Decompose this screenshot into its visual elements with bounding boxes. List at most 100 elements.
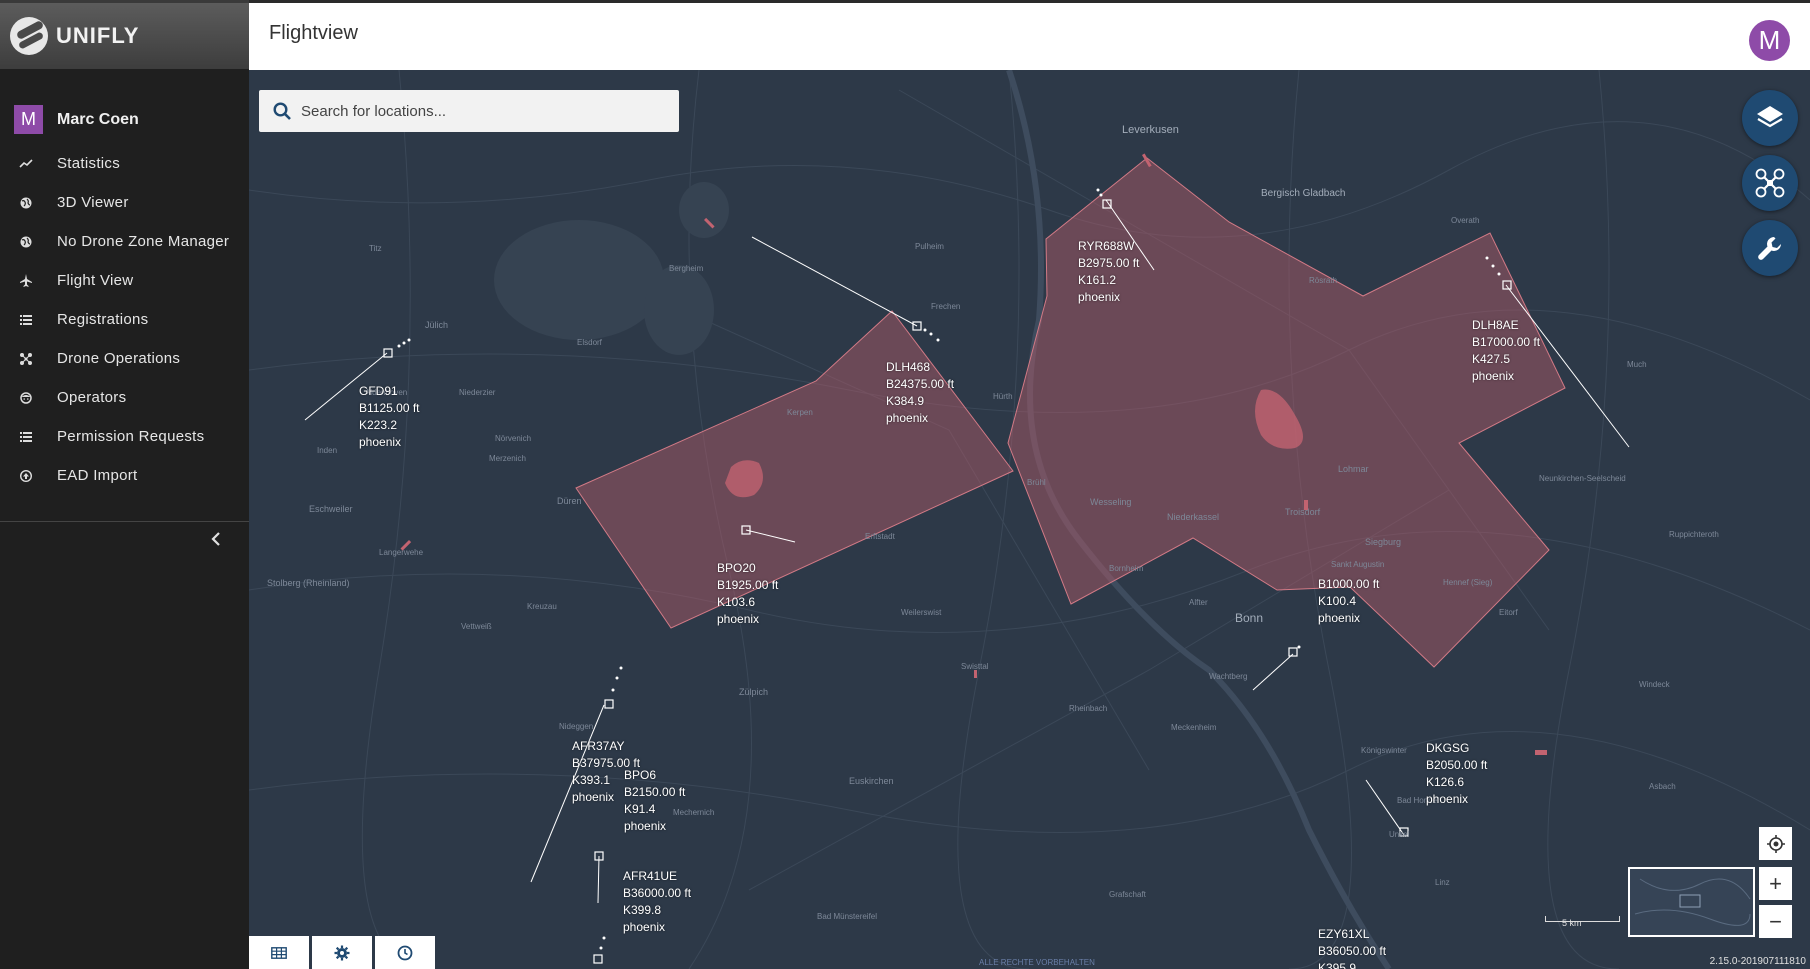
sidebar-item-label: Flight View (57, 272, 134, 289)
zoom-in-button[interactable]: + (1759, 867, 1792, 900)
flight-label[interactable]: DKGSG B2050.00 ft K126.6 phoenix (1426, 740, 1487, 808)
flight-altitude: B1925.00 ft (717, 578, 779, 592)
sidebar-item-label: EAD Import (57, 467, 138, 484)
drone-icon (19, 352, 33, 366)
flight-source: phoenix (1318, 611, 1361, 625)
flight-label[interactable]: EZY61XL B36050.00 ft K395.9 (1318, 926, 1386, 969)
place-label: Neunkirchen-Seelscheid (1539, 474, 1626, 483)
flight-speed: K126.6 (1426, 775, 1465, 789)
flight-label[interactable]: DLH468 B24375.00 ft K384.9 phoenix (886, 359, 954, 427)
place-label: Königswinter (1361, 746, 1407, 755)
place-label: Kerpen (787, 408, 813, 417)
clock-icon (397, 945, 413, 960)
place-label: Niederkassel (1167, 512, 1220, 522)
unifly-logo-icon (10, 17, 48, 55)
place-label: Frechen (931, 302, 961, 311)
flight-altitude: B36050.00 ft (1318, 944, 1387, 958)
overview-minimap[interactable] (1628, 867, 1755, 937)
layers-button[interactable] (1742, 90, 1798, 146)
flight-label[interactable]: BPO6 B2150.00 ft K91.4 phoenix (624, 767, 685, 835)
flight-callsign: BPO20 (717, 561, 756, 575)
flight-speed: K223.2 (359, 418, 398, 432)
flight-callsign: GFD91 (359, 384, 398, 398)
flight-label[interactable]: RYR688W B2975.00 ft K161.2 phoenix (1078, 238, 1139, 306)
search-input[interactable] (301, 102, 661, 120)
map-canvas[interactable]: Leverkusen Bergisch Gladbach Jülich Hürt… (249, 70, 1810, 969)
zoom-out-button[interactable]: − (1759, 905, 1792, 938)
sidebar-item-label: 3D Viewer (57, 194, 129, 211)
sidebar-item-ead-import[interactable]: EAD Import (0, 456, 249, 495)
flight-altitude: B2050.00 ft (1426, 758, 1488, 772)
place-label: Kreuzau (527, 602, 557, 611)
scale-bar (1545, 916, 1620, 922)
place-label: Grafschaft (1109, 890, 1146, 899)
sidebar-item-label: Registrations (57, 311, 149, 328)
logo-bar: UNIFLY (0, 3, 249, 69)
flight-label[interactable]: DLH8AE B17000.00 ft K427.5 phoenix (1472, 317, 1540, 385)
place-label: Windeck (1639, 680, 1670, 689)
minimap-view (1634, 878, 1751, 926)
table-view-button[interactable] (249, 936, 309, 969)
place-label: Alfter (1189, 598, 1208, 607)
place-label: Rheinbach (1069, 704, 1108, 713)
place-label: Langerwehe (379, 548, 424, 557)
place-label: Bergisch Gladbach (1261, 188, 1346, 199)
sidebar-collapse-button[interactable] (206, 529, 226, 549)
history-button[interactable] (375, 936, 435, 969)
sidebar-item-flight-view[interactable]: Flight View (0, 261, 249, 300)
flight-callsign: DLH8AE (1472, 318, 1519, 332)
list-icon (19, 430, 33, 444)
sidebar-nav: Statistics 3D Viewer No Drone Zone Manag… (0, 144, 249, 495)
sidebar-item-statistics[interactable]: Statistics (0, 144, 249, 183)
tools-button[interactable] (1742, 220, 1798, 276)
sidebar-item-operators[interactable]: Operators (0, 378, 249, 417)
flight-label[interactable]: B1000.00 ft K100.4 phoenix (1318, 576, 1379, 627)
flight-callsign: AFR41UE (623, 869, 678, 883)
place-label: Hennef (Sieg) (1443, 578, 1493, 587)
flight-callsign: DLH468 (886, 360, 931, 374)
place-label: Pulheim (915, 242, 944, 251)
place-label: Siegburg (1365, 537, 1402, 547)
place-label: Merzenich (489, 454, 526, 463)
sidebar-item-label: Permission Requests (57, 428, 205, 445)
place-label: Eschweiler (309, 504, 353, 514)
flight-source: phoenix (623, 920, 666, 934)
sidebar-item-label: No Drone Zone Manager (57, 233, 230, 250)
flight-label[interactable]: BPO20 B1925.00 ft K103.6 phoenix (717, 560, 778, 628)
place-label: Nörvenich (495, 434, 532, 443)
flight-speed: K100.4 (1318, 594, 1357, 608)
place-label: Weilerswist (901, 608, 942, 617)
flight-label[interactable]: GFD91 B1125.00 ft K223.2 phoenix (359, 383, 420, 451)
map-layer (249, 70, 1810, 969)
flight-source: phoenix (1426, 792, 1469, 806)
settings-button[interactable] (312, 936, 372, 969)
place-label: Leverkusen (1122, 124, 1179, 136)
flight-source: phoenix (1078, 290, 1121, 304)
header-user-avatar[interactable]: M (1749, 20, 1790, 61)
location-search[interactable] (259, 90, 679, 132)
sidebar-item-3d-viewer[interactable]: 3D Viewer (0, 183, 249, 222)
flight-source: phoenix (624, 819, 667, 833)
sidebar-item-drone-operations[interactable]: Drone Operations (0, 339, 249, 378)
sidebar-item-no-drone-zone-manager[interactable]: No Drone Zone Manager (0, 222, 249, 261)
drone-button[interactable] (1742, 155, 1798, 211)
flight-callsign: BPO6 (624, 768, 657, 782)
place-label: Unkel (1389, 830, 1410, 839)
flight-speed: K103.6 (717, 595, 756, 609)
place-label: Sankt Augustin (1331, 560, 1385, 569)
flight-speed: K91.4 (624, 802, 656, 816)
upload-icon (19, 469, 33, 483)
flight-altitude: B2975.00 ft (1078, 256, 1140, 270)
flight-label[interactable]: AFR41UE B36000.00 ft K399.8 phoenix (623, 868, 691, 936)
sidebar-item-permission-requests[interactable]: Permission Requests (0, 417, 249, 456)
flight-speed: K395.9 (1318, 961, 1357, 969)
locate-button[interactable] (1759, 827, 1792, 860)
user-profile[interactable]: M Marc Coen (0, 105, 249, 134)
sidebar: UNIFLY M Marc Coen Statistics 3D Viewer … (0, 0, 249, 969)
flight-speed: K161.2 (1078, 273, 1117, 287)
top-header: Flightview M (249, 0, 1810, 70)
place-label: Asbach (1649, 782, 1676, 791)
place-label: Lohmar (1338, 464, 1369, 474)
sidebar-item-registrations[interactable]: Registrations (0, 300, 249, 339)
place-label: Ruppichteroth (1669, 530, 1719, 539)
